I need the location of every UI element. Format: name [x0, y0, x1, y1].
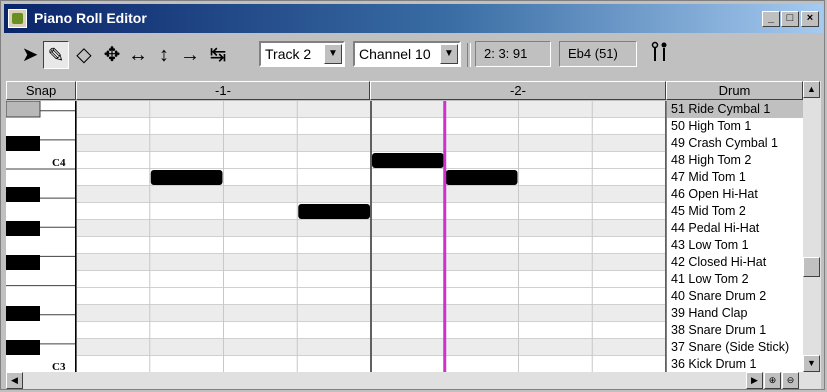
black-key[interactable] — [6, 306, 40, 321]
pins-icon[interactable] — [647, 41, 673, 69]
channel-select[interactable]: Channel 10 ▼ — [353, 41, 461, 67]
drum-list-item[interactable]: 39 Hand Clap — [667, 305, 804, 322]
drum-list-item[interactable]: 48 High Tom 2 — [667, 152, 804, 169]
scroll-down-icon[interactable]: ▼ — [803, 355, 820, 372]
keyboard-keys[interactable]: C4 C3 — [6, 101, 76, 372]
measure-1-header: -1- — [76, 81, 370, 100]
snap-button[interactable]: Snap — [6, 81, 76, 100]
toolbar: ➤ ✎ ◇ ✥ ↔ ↕ → ↹ Track 2 ▼ Channel 10 ▼ 2… — [5, 35, 823, 77]
resize-vertical-icon[interactable]: ↕ — [151, 41, 177, 69]
note-block[interactable] — [372, 153, 444, 168]
drum-list-item[interactable]: 45 Mid Tom 2 — [667, 203, 804, 220]
scroll-up-icon[interactable]: ▲ — [803, 81, 820, 98]
black-key[interactable] — [6, 255, 40, 270]
maximize-button[interactable]: □ — [781, 11, 799, 27]
drum-list-header: Drum — [666, 81, 803, 100]
app-icon — [8, 9, 27, 28]
note-block[interactable] — [445, 170, 518, 185]
eraser-tool-icon[interactable]: ◇ — [71, 41, 97, 69]
drum-list-item[interactable]: 41 Low Tom 2 — [667, 271, 804, 288]
note-grid-canvas[interactable] — [76, 101, 666, 372]
chevron-down-icon[interactable]: ▼ — [324, 44, 342, 64]
piano-keyboard[interactable]: C4 C3 — [6, 101, 76, 372]
piano-roll-window: Piano Roll Editor _ □ × ➤ ✎ ◇ ✥ ↔ ↕ → ↹ … — [0, 0, 825, 390]
note-readout: Eb4 (51) — [559, 41, 637, 67]
octave-label: C4 — [52, 157, 66, 169]
note-grid[interactable] — [76, 101, 666, 372]
channel-value: Channel 10 — [359, 46, 431, 62]
black-key[interactable] — [6, 187, 40, 202]
drum-list-item[interactable]: 43 Low Tom 1 — [667, 237, 804, 254]
track-value: Track 2 — [265, 46, 312, 62]
drum-list-item[interactable]: 38 Snare Drum 1 — [667, 322, 804, 339]
drum-list-item[interactable]: 46 Open Hi-Hat — [667, 186, 804, 203]
selected-key[interactable] — [6, 101, 41, 118]
pointer-tool-icon[interactable]: ➤ — [17, 41, 43, 69]
drum-list-item[interactable]: 49 Crash Cymbal 1 — [667, 135, 804, 152]
black-key[interactable] — [6, 221, 40, 236]
drum-list-item[interactable]: 37 Snare (Side Stick) — [667, 339, 804, 356]
drum-list-item[interactable]: 36 Kick Drum 1 — [667, 356, 804, 372]
note-block[interactable] — [150, 170, 223, 185]
zoom-in-icon[interactable]: ⊕ — [764, 372, 781, 389]
vertical-scrollbar[interactable]: ▲ ▼ — [803, 81, 821, 372]
drum-list-item[interactable]: 40 Snare Drum 2 — [667, 288, 804, 305]
minimize-button[interactable]: _ — [762, 11, 780, 27]
pencil-tool-icon[interactable]: ✎ — [43, 41, 69, 69]
drum-list-item[interactable]: 42 Closed Hi-Hat — [667, 254, 804, 271]
toolbar-separator — [467, 43, 471, 67]
octave-label: C3 — [52, 361, 66, 372]
drum-list-item[interactable]: 51 Ride Cymbal 1 — [667, 101, 804, 118]
move-tool-icon[interactable]: ✥ — [99, 41, 125, 69]
chevron-down-icon[interactable]: ▼ — [440, 44, 458, 64]
vertical-scroll-thumb[interactable] — [803, 257, 820, 277]
close-button[interactable]: × — [801, 11, 819, 27]
drum-name-list[interactable]: 51 Ride Cymbal 1 50 High Tom 1 49 Crash Cy… — [666, 101, 804, 372]
arrow-right-tool-icon[interactable]: → — [177, 41, 203, 69]
drum-list-item[interactable]: 50 High Tom 1 — [667, 118, 804, 135]
resize-horizontal-icon[interactable]: ↔ — [125, 41, 151, 69]
position-readout: 2: 3: 91 — [475, 41, 551, 67]
window-title: Piano Roll Editor — [34, 10, 147, 26]
stretch-tool-icon[interactable]: ↹ — [205, 41, 231, 69]
black-key[interactable] — [6, 340, 40, 355]
scroll-left-icon[interactable]: ◀ — [6, 372, 23, 389]
zoom-out-icon[interactable]: ⊖ — [782, 372, 799, 389]
horizontal-scrollbar[interactable]: ◀ ▶ ⊕ ⊖ — [6, 372, 821, 389]
track-select[interactable]: Track 2 ▼ — [259, 41, 345, 67]
title-bar[interactable]: Piano Roll Editor _ □ × — [4, 4, 823, 33]
black-key[interactable] — [6, 136, 40, 151]
drum-list-item[interactable]: 44 Pedal Hi-Hat — [667, 220, 804, 237]
measure-2-header: -2- — [370, 81, 666, 100]
note-block[interactable] — [298, 204, 370, 219]
drum-list-item[interactable]: 47 Mid Tom 1 — [667, 169, 804, 186]
scroll-right-icon[interactable]: ▶ — [746, 372, 763, 389]
